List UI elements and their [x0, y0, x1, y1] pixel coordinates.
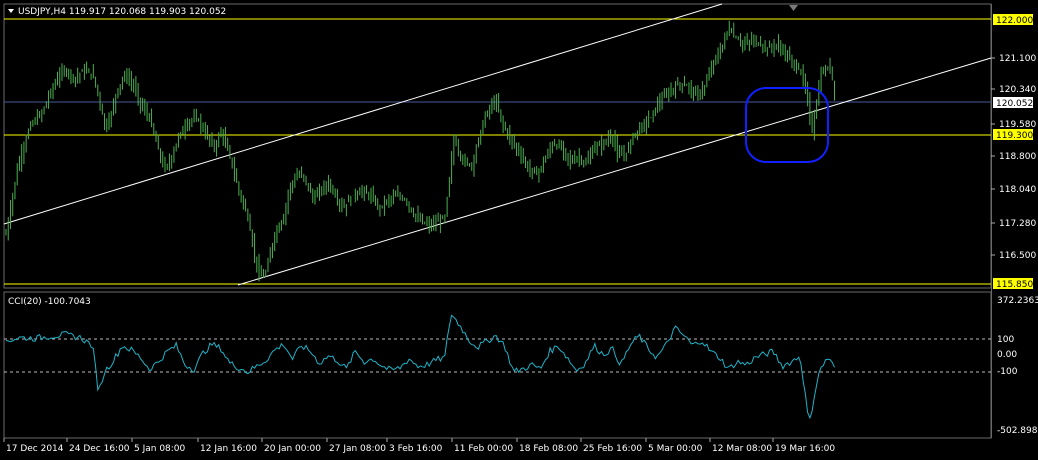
candlestick-series — [5, 20, 836, 282]
trading-chart-window[interactable]: USDJPY,H4 119.917 120.068 119.903 120.05… — [0, 0, 1038, 457]
cci-levels — [4, 338, 991, 373]
price-tag-top: 122.000 — [996, 16, 1033, 26]
cci-axis-max: 372.2363 — [997, 296, 1038, 306]
price-tag-bottom: 115.850 — [996, 280, 1033, 290]
chart-shift-marker[interactable] — [789, 5, 798, 11]
chart-canvas[interactable]: USDJPY,H4 119.917 120.068 119.903 120.05… — [0, 0, 1038, 457]
time-tick-label: 19 Mar 16:00 — [775, 444, 835, 454]
cci-axis-plus100: 100 — [997, 335, 1014, 345]
cci-line — [5, 314, 835, 420]
price-tick-label: 117.280 — [999, 219, 1036, 229]
highlight-circle[interactable] — [745, 87, 829, 163]
header-label: USDJPY,H4 119.917 120.068 119.903 120.05… — [18, 7, 226, 17]
cci-axis-zero: 0.00 — [997, 350, 1017, 360]
price-tick-label: 118.040 — [999, 185, 1036, 195]
time-tick-label: 25 Feb 16:00 — [583, 444, 642, 454]
time-tick-label: 24 Dec 16:00 — [69, 444, 130, 454]
time-tick-label: 27 Jan 08:00 — [329, 444, 386, 454]
symbol-menu-icon[interactable] — [8, 9, 14, 13]
cci-axis-min: -502.8983 — [997, 426, 1038, 436]
horizontal-levels[interactable] — [4, 18, 991, 285]
price-tick-label: 119.580 — [999, 120, 1036, 130]
time-tick-label: 12 Mar 08:00 — [712, 444, 772, 454]
time-tick-label: 18 Feb 08:00 — [519, 444, 578, 454]
price-tick-label: 116.500 — [999, 251, 1036, 261]
price-axis[interactable]: 121.100 120.340 119.580 118.800 118.040 117.2… — [991, 54, 1036, 261]
price-tag-current: 120.052 — [996, 99, 1033, 109]
time-tick-label: 3 Feb 16:00 — [389, 444, 443, 454]
time-tick-label: 5 Jan 08:00 — [134, 444, 186, 454]
indicator-pane-frame — [3, 291, 992, 439]
time-tick-label: 17 Dec 2014 — [6, 444, 64, 454]
cci-axis-minus100: -100 — [997, 367, 1018, 377]
time-tick-label: 5 Mar 00:00 — [648, 444, 703, 454]
price-tick-label: 121.100 — [999, 54, 1036, 64]
cci-series — [5, 314, 835, 420]
indicator-label: CCI(20) -100.7043 — [8, 297, 91, 307]
trendline-lower[interactable] — [237, 57, 992, 286]
time-tick-label: 12 Jan 16:00 — [200, 444, 257, 454]
time-tick-label: 20 Jan 00:00 — [264, 444, 321, 454]
time-tick-label: 11 Feb 00:00 — [454, 444, 513, 454]
price-tick-label: 118.800 — [999, 152, 1036, 162]
price-tick-label: 120.340 — [999, 85, 1036, 95]
main-pane-frame — [3, 3, 992, 289]
price-tag-support: 119.300 — [996, 131, 1033, 141]
time-axis[interactable]: 17 Dec 2014 24 Dec 16:00 5 Jan 08:00 12 Jan… — [3, 438, 835, 454]
channel-trendlines[interactable] — [3, 3, 992, 286]
